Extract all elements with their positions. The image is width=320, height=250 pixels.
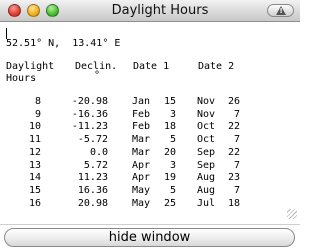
divider [0, 224, 300, 225]
cell-date2-month: Aug [197, 184, 216, 196]
cell-date1-day: 20 [163, 146, 176, 158]
cell-declination: 0.0 [89, 146, 108, 158]
header-daylight: Daylight [6, 61, 55, 72]
output-text-area[interactable]: 52.51° N, 13.41° E Daylight Hours Declin… [1, 23, 299, 221]
cell-date2-day: 7 [233, 184, 240, 196]
cell-date1-month: Mar [132, 146, 151, 158]
resize-grip[interactable] [287, 209, 297, 219]
cell-date1-day: 15 [163, 96, 176, 107]
cell-hours: 10 [28, 121, 41, 133]
cell-declination: -20.98 [71, 96, 108, 107]
cell-date1-day: 5 [169, 134, 176, 146]
cell-hours: 15 [28, 184, 41, 196]
cell-hours: 13 [28, 159, 41, 171]
hide-window-button[interactable]: hide window [4, 228, 295, 247]
cell-date2-day: 22 [227, 146, 240, 158]
cell-declination: -16.36 [71, 108, 108, 120]
cell-date2-day: 26 [227, 96, 240, 107]
cell-declination: 5.72 [83, 159, 108, 171]
cell-date1-month: May [132, 184, 151, 196]
cell-date1-day: 3 [169, 108, 176, 120]
close-button[interactable] [8, 4, 21, 17]
cell-hours: 14 [28, 172, 41, 184]
header-date-1: Date 1 [133, 61, 170, 72]
toolbar-toggle-button[interactable]: ! [267, 4, 294, 17]
cell-declination: 20.98 [77, 197, 108, 209]
cell-date1-month: Apr [132, 172, 151, 184]
cell-date1-day: 25 [163, 197, 176, 209]
header-hours: Hours [6, 73, 37, 84]
cell-date2-month: Nov [197, 96, 216, 107]
cell-hours: 9 [34, 108, 41, 120]
cell-declination: 16.36 [77, 184, 108, 196]
cell-date2-month: Aug [197, 172, 216, 184]
cell-declination: 11.23 [77, 172, 108, 184]
cell-date2-month: Sep [197, 159, 216, 171]
minimize-button[interactable] [27, 4, 40, 17]
cell-date2-day: 7 [233, 159, 240, 171]
cell-date2-day: 22 [227, 121, 240, 133]
cell-date2-day: 7 [233, 134, 240, 146]
cell-date2-month: Oct [197, 121, 216, 133]
cell-date1-month: Mar [132, 134, 151, 146]
cell-declination: -11.23 [71, 121, 108, 133]
cell-date2-month: Oct [197, 134, 216, 146]
cell-declination: -5.72 [77, 134, 108, 146]
cell-date1-day: 18 [163, 121, 176, 133]
location-line: 52.51° N, 13.41° E [6, 38, 121, 49]
cell-date1-month: May [132, 197, 151, 209]
cell-date2-month: Nov [197, 108, 216, 120]
cell-date1-day: 19 [163, 172, 176, 184]
window-title: Daylight Hours [111, 3, 209, 18]
cell-hours: 8 [34, 96, 41, 107]
cell-date2-month: Jul [197, 197, 216, 209]
cell-date1-month: Apr [132, 159, 151, 171]
cell-date2-month: Sep [197, 146, 216, 158]
cell-hours: 12 [28, 146, 41, 158]
header-degree-symbol: ° [94, 70, 101, 81]
header-date-2: Date 2 [198, 61, 235, 72]
cell-date1-day: 3 [169, 159, 176, 171]
cell-date1-month: Feb [132, 121, 151, 133]
cell-hours: 16 [28, 197, 41, 209]
cell-date1-month: Jan [132, 96, 151, 107]
cell-date1-day: 5 [169, 184, 176, 196]
cell-date1-month: Feb [132, 108, 151, 120]
zoom-button[interactable] [46, 4, 59, 17]
cell-date2-day: 18 [227, 197, 240, 209]
cell-date2-day: 23 [227, 172, 240, 184]
title-bar[interactable]: Daylight Hours ! [0, 0, 300, 22]
cell-hours: 11 [28, 134, 41, 146]
cell-date2-day: 7 [233, 108, 240, 120]
